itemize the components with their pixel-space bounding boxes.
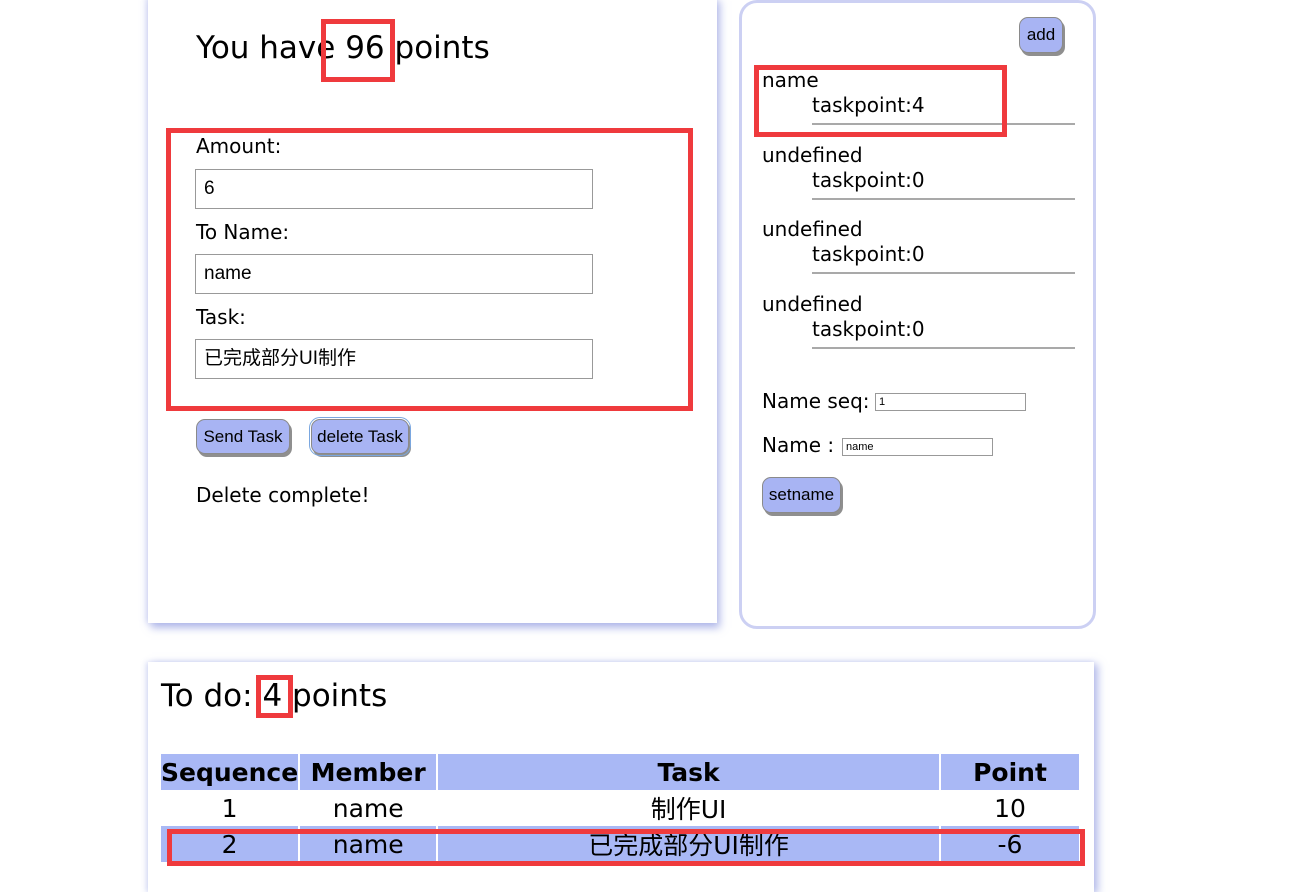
member-name: undefined <box>762 292 863 316</box>
member-name: undefined <box>762 217 863 241</box>
add-member-button[interactable]: add <box>1019 17 1063 53</box>
member-item: undefined taskpoint:0 <box>762 292 1078 349</box>
highlight-box-points <box>321 19 395 82</box>
member-name: undefined <box>762 143 863 167</box>
highlight-box-member <box>754 65 1007 137</box>
name-seq-label: Name seq: <box>762 389 870 413</box>
table-header-row: Sequence Member Task Point <box>161 754 1079 790</box>
send-task-button[interactable]: Send Task <box>196 419 290 454</box>
member-item: undefined taskpoint:0 <box>762 143 1078 200</box>
name-seq-input[interactable]: 1 <box>875 393 1026 411</box>
setname-button[interactable]: setname <box>762 477 841 513</box>
cell-task: 制作UI <box>437 790 941 826</box>
name-input[interactable]: name <box>842 438 993 456</box>
cell-point: 10 <box>994 793 1026 823</box>
highlight-box-form <box>166 128 693 411</box>
delete-task-button[interactable]: delete Task <box>309 417 411 456</box>
highlight-box-todo-points <box>256 675 293 718</box>
highlight-box-row <box>167 829 1085 866</box>
member-taskpoint: taskpoint:0 <box>812 317 925 341</box>
todo-prefix: To do: <box>161 678 263 714</box>
name-label: Name : <box>762 433 835 457</box>
points-suffix: points <box>384 30 490 66</box>
status-message: Delete complete! <box>196 483 370 507</box>
member-divider <box>812 347 1075 349</box>
column-header-sequence: Sequence <box>161 754 301 790</box>
cell-sequence: 1 <box>161 790 301 826</box>
todo-suffix: points <box>282 678 388 714</box>
member-item: undefined taskpoint:0 <box>762 217 1078 274</box>
column-header-member: Member <box>299 754 439 790</box>
member-divider <box>812 198 1075 200</box>
table-row[interactable]: 1 name 制作UI 10 <box>161 790 1079 826</box>
member-taskpoint: taskpoint:0 <box>812 168 925 192</box>
member-divider <box>812 272 1075 274</box>
column-header-point: Point <box>940 754 1079 790</box>
member-taskpoint: taskpoint:0 <box>812 242 925 266</box>
column-header-task: Task <box>437 754 941 790</box>
cell-member: name <box>299 790 439 826</box>
